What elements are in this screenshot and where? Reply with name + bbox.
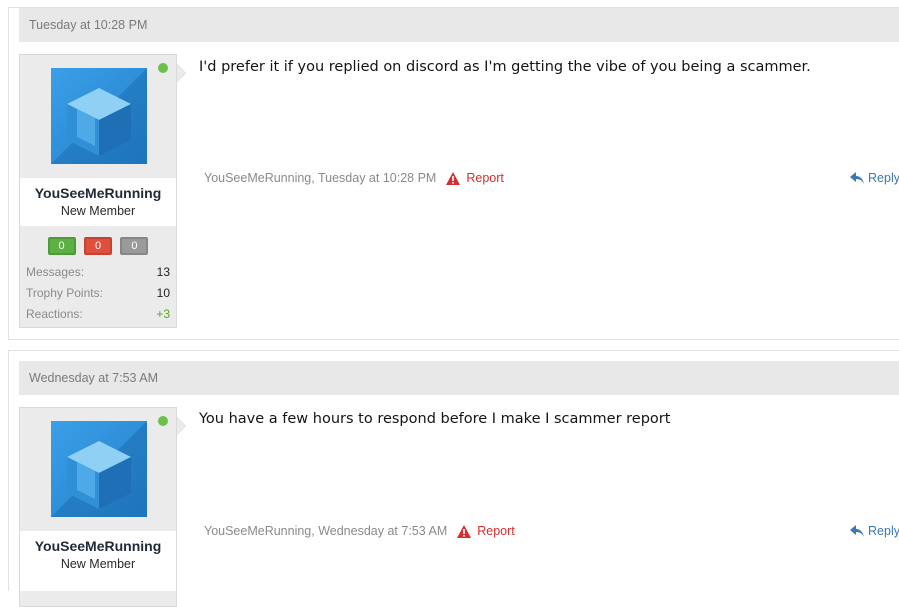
stat-trophy-points: Trophy Points: 10 [26, 283, 170, 304]
reply-label: Reply [868, 171, 899, 185]
warning-triangle-icon [457, 524, 472, 538]
username[interactable]: YouSeeMeRunning [20, 185, 176, 201]
reply-label: Reply [868, 524, 899, 538]
stat-reactions: Reactions: +3 [26, 304, 170, 325]
user-stats: Messages: 13 Trophy Points: 10 Reactions… [26, 262, 170, 325]
cube-icon [51, 421, 147, 517]
positive-rating-badge[interactable]: 0 [47, 237, 76, 255]
post: Tuesday at 10:28 PM YouSeeMeRunning New … [8, 7, 899, 340]
online-status-dot [158, 63, 168, 73]
post-header: Wednesday at 7:53 AM [19, 361, 899, 395]
post-date: Tuesday at 10:28 PM [29, 18, 148, 32]
username[interactable]: YouSeeMeRunning [20, 538, 176, 554]
post-meta-text[interactable]: YouSeeMeRunning, Tuesday at 10:28 PM [204, 171, 436, 185]
online-status-dot [158, 416, 168, 426]
stat-value: 13 [156, 265, 170, 279]
report-button[interactable]: Report [457, 524, 515, 538]
post-meta: YouSeeMeRunning, Wednesday at 7:53 AM Re… [204, 524, 515, 538]
post-header: Tuesday at 10:28 PM [19, 8, 899, 42]
cube-icon [51, 68, 147, 164]
user-name-block: YouSeeMeRunning New Member [20, 531, 176, 591]
stat-value[interactable]: 10 [157, 283, 170, 304]
warning-triangle-icon [446, 171, 461, 185]
stat-messages: Messages: 13 [26, 262, 170, 283]
reply-arrow-icon [850, 525, 865, 537]
user-info-panel: YouSeeMeRunning New Member 0 0 0 Message… [19, 54, 186, 328]
report-button[interactable]: Report [446, 171, 504, 185]
stat-label: Reactions: [26, 307, 83, 321]
stat-label: Trophy Points: [26, 286, 103, 300]
reply-arrow-icon [850, 172, 865, 184]
stat-value: +3 [156, 307, 170, 321]
message-body: I'd prefer it if you replied on discord … [199, 59, 811, 75]
post: Wednesday at 7:53 AM YouSeeMeRunning New… [8, 350, 899, 607]
neutral-rating-badge[interactable]: 0 [120, 237, 149, 255]
avatar[interactable] [51, 68, 147, 164]
stat-label: Messages: [26, 265, 85, 279]
trade-ratings: 0 0 0 [20, 236, 176, 255]
user-name-block: YouSeeMeRunning New Member [20, 178, 176, 226]
report-label: Report [466, 171, 504, 185]
reply-button[interactable]: Reply [850, 171, 899, 185]
report-label: Report [477, 524, 515, 538]
post-meta-text[interactable]: YouSeeMeRunning, Wednesday at 7:53 AM [204, 524, 447, 538]
reply-button[interactable]: Reply [850, 524, 899, 538]
user-info-panel: YouSeeMeRunning New Member [19, 407, 186, 607]
negative-rating-badge[interactable]: 0 [84, 237, 112, 255]
post-date: Wednesday at 7:53 AM [29, 371, 159, 385]
avatar[interactable] [51, 421, 147, 517]
post-meta: YouSeeMeRunning, Tuesday at 10:28 PM Rep… [204, 171, 504, 185]
message-body: You have a few hours to respond before I… [199, 411, 671, 427]
user-title: New Member [60, 204, 136, 218]
